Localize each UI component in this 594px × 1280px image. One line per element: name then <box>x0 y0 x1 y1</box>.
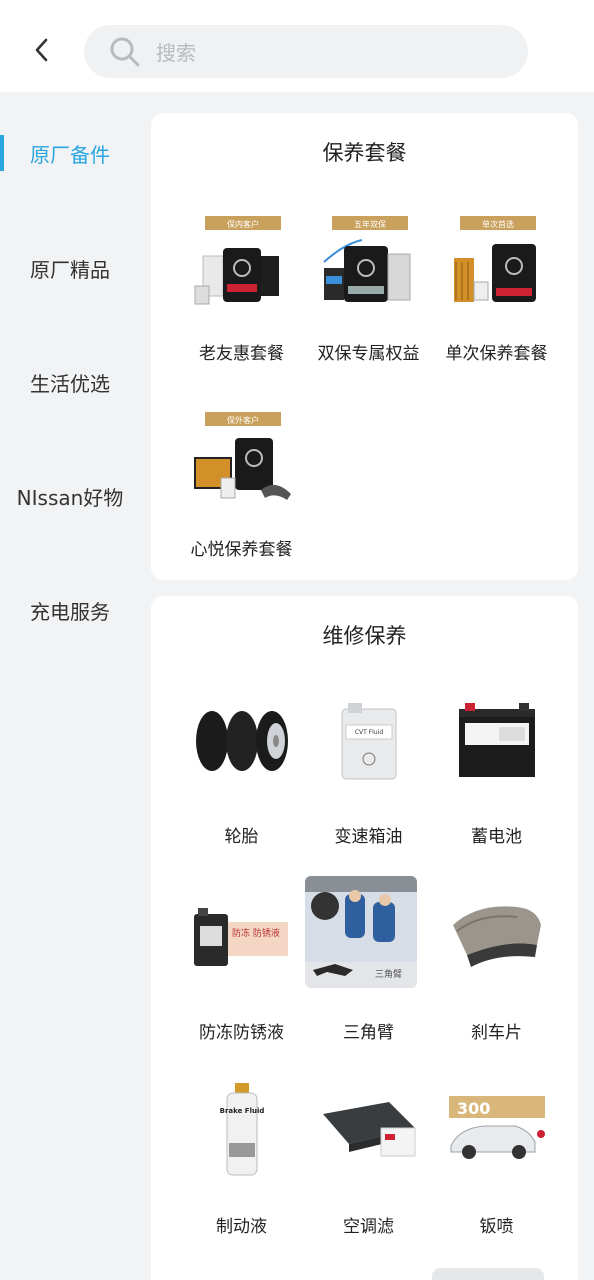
product-label: 空调滤 <box>343 1217 394 1237</box>
chevron-left-icon <box>35 38 48 62</box>
sidebar-item-genuine-accessories[interactable]: 原厂精品 <box>0 238 140 298</box>
cabin-filter-image <box>314 1074 424 1184</box>
product-label: 刹车片 <box>471 1023 522 1043</box>
package-label: 双保专属权益 <box>317 344 420 364</box>
product-tile[interactable]: 刹车片 <box>434 880 559 1060</box>
package-label: 单次保养套餐 <box>445 344 548 364</box>
section-title: 保养套餐 <box>322 141 407 165</box>
control-arm-image: 三角臂 <box>305 876 417 988</box>
top-bar: 搜索 <box>0 0 594 92</box>
product-label: 制动液 <box>216 1217 267 1237</box>
maintenance-package-card: 保养套餐 保内客户 老友惠套餐 五年双保 双保专属权益 单次首选 单次保养套餐 … <box>151 113 578 580</box>
product-label: 蓄电池 <box>471 827 522 847</box>
battery-image <box>442 686 552 796</box>
sidebar-item-label: 充电服务 <box>30 599 110 624</box>
product-label: 变速箱油 <box>334 827 403 847</box>
search-icon <box>108 35 142 69</box>
section-title: 维修保养 <box>322 624 407 648</box>
svg-text:CVT Fluid: CVT Fluid <box>355 729 383 736</box>
sidebar-item-label: 生活优选 <box>30 371 110 396</box>
coolant-image: 防冻 防锈液 <box>187 880 297 990</box>
svg-text:300: 300 <box>457 1099 490 1118</box>
package-tile[interactable]: 单次首选 单次保养套餐 <box>434 211 559 391</box>
search-bar[interactable]: 搜索 <box>84 25 528 78</box>
product-label: 三角臂 <box>343 1023 394 1043</box>
product-tile[interactable]: CVT Fluid 变速箱油 <box>306 686 431 866</box>
sidebar-item-genuine-parts[interactable]: 原厂备件 <box>0 123 140 183</box>
sidebar-item-nissan-goods[interactable]: NIssan好物 <box>0 466 140 526</box>
floating-button-edge[interactable] <box>432 1268 544 1280</box>
product-tile[interactable]: Brake Fluid 制动液 <box>179 1074 304 1254</box>
product-tile[interactable]: 防冻 防锈液 防冻防锈液 <box>179 880 304 1060</box>
svg-text:保内客户: 保内客户 <box>227 219 259 229</box>
package-tile[interactable]: 保内客户 老友惠套餐 <box>179 211 304 391</box>
svg-text:保外客户: 保外客户 <box>227 415 259 425</box>
oil-brake-package-image: 保外客户 <box>187 407 297 517</box>
product-tile[interactable]: 空调滤 <box>306 1074 431 1254</box>
svg-text:三角臂: 三角臂 <box>375 968 402 980</box>
category-sidebar: 原厂备件 原厂精品 生活优选 NIssan好物 充电服务 <box>0 92 140 1280</box>
product-tile[interactable]: 300 钣喷 <box>434 1074 559 1254</box>
back-button[interactable] <box>22 30 62 70</box>
package-label: 心悦保养套餐 <box>190 540 293 560</box>
package-tile[interactable]: 保外客户 心悦保养套餐 <box>179 407 304 587</box>
svg-text:防冻 防锈液: 防冻 防锈液 <box>232 927 280 939</box>
svg-text:五年双保: 五年双保 <box>354 219 386 229</box>
sidebar-item-charging-service[interactable]: 充电服务 <box>0 580 140 640</box>
sidebar-item-life-selection[interactable]: 生活优选 <box>0 352 140 412</box>
repair-maintenance-card: 维修保养 轮胎 CVT Fluid 变速箱油 蓄电池 防冻 防锈液 防冻防锈液 … <box>151 596 578 1280</box>
oil-filter-package-image: 单次首选 <box>442 211 552 321</box>
package-label: 老友惠套餐 <box>199 344 284 364</box>
paint-service-image: 300 <box>442 1074 552 1184</box>
sidebar-item-label: 原厂精品 <box>30 257 110 282</box>
package-tile[interactable]: 五年双保 双保专属权益 <box>306 211 431 391</box>
svg-text:单次首选: 单次首选 <box>482 219 514 229</box>
product-tile[interactable]: 蓄电池 <box>434 686 559 866</box>
product-label: 钣喷 <box>479 1217 514 1237</box>
svg-text:Brake Fluid: Brake Fluid <box>220 1107 265 1115</box>
brake-fluid-image: Brake Fluid <box>187 1074 297 1184</box>
transmission-oil-image: CVT Fluid <box>314 686 424 796</box>
sidebar-item-label: NIssan好物 <box>16 485 124 510</box>
sidebar-item-label: 原厂备件 <box>30 142 110 167</box>
oil-package-image: 保内客户 <box>187 211 297 321</box>
brake-pads-image <box>442 880 552 990</box>
tires-image <box>187 686 297 796</box>
product-label: 轮胎 <box>224 827 259 847</box>
product-label: 防冻防锈液 <box>199 1023 284 1043</box>
product-tile[interactable]: 轮胎 <box>179 686 304 866</box>
product-tile[interactable]: 三角臂 三角臂 <box>305 876 431 1060</box>
search-input[interactable]: 搜索 <box>156 37 196 66</box>
oil-package-image: 五年双保 <box>314 211 424 321</box>
